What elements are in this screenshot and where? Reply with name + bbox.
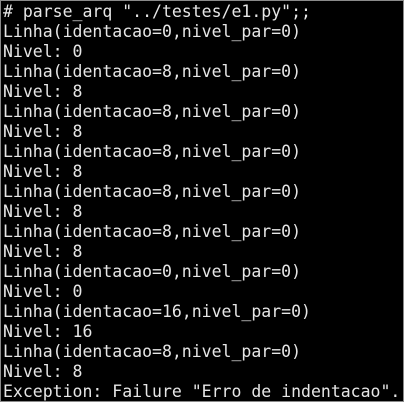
terminal-line: Nivel: 8 [3,82,83,101]
terminal-line-exception: Exception: Failure "Erro de indentacao". [3,382,401,401]
terminal-line: Linha(identacao=8,nivel_par=0) [3,182,302,201]
terminal-line-command: # parse_arq "../testes/e1.py";; [3,2,311,21]
terminal-line: Nivel: 0 [3,42,83,61]
terminal-line: Nivel: 8 [3,202,83,221]
terminal-line: Linha(identacao=8,nivel_par=0) [3,102,302,121]
terminal-line: Nivel: 8 [3,362,83,381]
terminal-window[interactable]: # parse_arq "../testes/e1.py";; Linha(id… [0,0,404,402]
terminal-line: Nivel: 0 [3,282,83,301]
terminal-line: Nivel: 8 [3,162,83,181]
terminal-line: Nivel: 8 [3,122,83,141]
terminal-line: Nivel: 8 [3,242,83,261]
terminal-output: # parse_arq "../testes/e1.py";; Linha(id… [3,2,403,401]
terminal-line: Linha(identacao=0,nivel_par=0) [3,22,302,41]
terminal-line: Linha(identacao=8,nivel_par=0) [3,342,302,361]
terminal-line: Linha(identacao=16,nivel_par=0) [3,302,311,321]
terminal-line: Linha(identacao=0,nivel_par=0) [3,262,302,281]
terminal-line: Nivel: 16 [3,322,93,341]
terminal-line: Linha(identacao=8,nivel_par=0) [3,222,302,241]
terminal-line: Linha(identacao=8,nivel_par=0) [3,142,302,161]
terminal-line: Linha(identacao=8,nivel_par=0) [3,62,302,81]
